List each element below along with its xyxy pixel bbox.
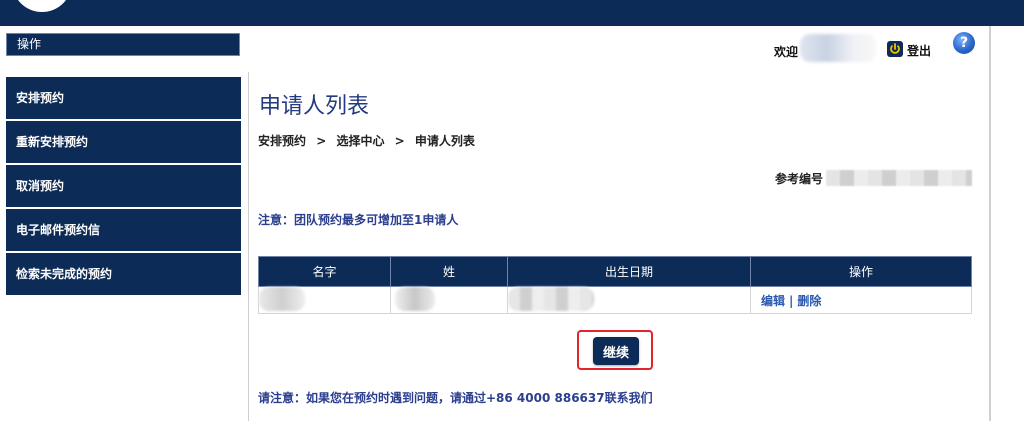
edit-link[interactable]: 编辑 (761, 294, 785, 308)
breadcrumb-separator: > (394, 134, 405, 148)
welcome-text: 欢迎 (774, 45, 799, 59)
sidebar-item-cancel[interactable]: 取消预约 (6, 165, 241, 207)
sidebar-item-retrieve-incomplete[interactable]: 检索未完成的预约 (6, 253, 241, 295)
cell-first-name (258, 286, 391, 314)
group-notice: 注意：团队预约最多可增加至1申请人 (258, 213, 459, 227)
cell-birth-date (507, 286, 751, 314)
cell-last-name (390, 286, 508, 314)
redacted-birth-date (508, 287, 594, 311)
frame-border (989, 26, 991, 421)
action-separator: | (789, 293, 794, 308)
breadcrumb: 安排预约 > 选择中心 > 申请人列表 (258, 132, 475, 149)
delete-link[interactable]: 删除 (797, 294, 821, 308)
sidebar-menu: 安排预约 重新安排预约 取消预约 电子邮件预约信 检索未完成的预约 (6, 77, 241, 297)
breadcrumb-item-current: 申请人列表 (414, 134, 475, 148)
cell-actions: 编辑 | 删除 (750, 286, 972, 314)
continue-button[interactable]: 继续 (593, 337, 639, 365)
redacted-last-name (395, 287, 435, 311)
reference-label: 参考编号 (775, 172, 824, 186)
reference-number-redacted (826, 170, 972, 186)
sidebar-header: 操作 (6, 33, 240, 56)
top-banner (0, 0, 1024, 26)
applicant-table: 名字 姓 出生日期 操作 编辑 | 删除 (258, 256, 972, 314)
column-header-birth-date: 出生日期 (507, 256, 751, 287)
breadcrumb-item: 安排预约 (258, 134, 307, 148)
sidebar-item-reschedule[interactable]: 重新安排预约 (6, 121, 241, 163)
power-icon[interactable] (887, 41, 903, 57)
continue-highlight-box: 继续 (577, 330, 653, 370)
table-row: 编辑 | 删除 (258, 286, 972, 314)
help-icon[interactable]: ? (953, 32, 975, 54)
column-header-actions: 操作 (750, 256, 972, 287)
footer-contact-note: 请注意：如果您在预约时遇到问题，请通过+86 4000 886637联系我们 (258, 391, 653, 405)
logout-link[interactable]: 登出 (907, 42, 931, 59)
username-redacted (800, 34, 876, 62)
sidebar-item-schedule[interactable]: 安排预约 (6, 77, 241, 119)
breadcrumb-separator: > (316, 134, 327, 148)
content-divider (248, 72, 249, 421)
logo (12, 0, 72, 12)
sidebar-item-email-letter[interactable]: 电子邮件预约信 (6, 209, 241, 251)
column-header-first-name: 名字 (258, 256, 391, 287)
column-header-last-name: 姓 (390, 256, 508, 287)
table-header-row: 名字 姓 出生日期 操作 (258, 256, 972, 287)
redacted-first-name (259, 287, 305, 311)
page-title: 申请人列表 (259, 94, 370, 119)
breadcrumb-item: 选择中心 (336, 134, 385, 148)
